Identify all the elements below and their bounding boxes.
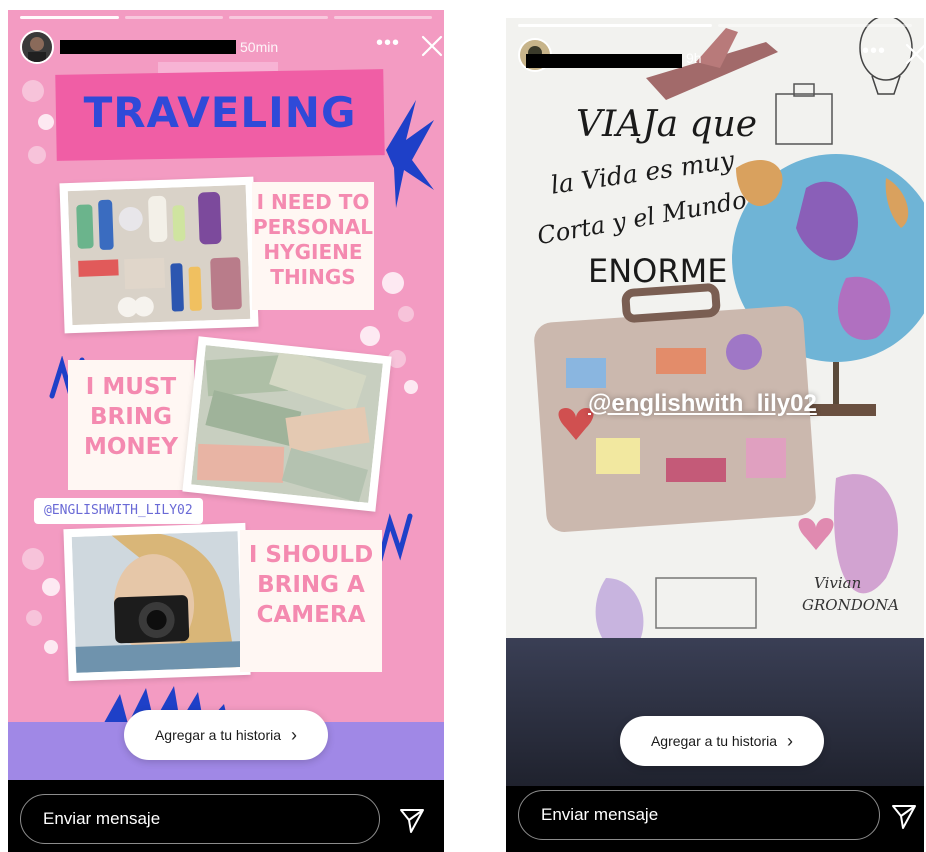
confetti-dot	[28, 146, 46, 164]
hygiene-caption: I NEED TO PERSONAL HYGIENE THINGS	[252, 190, 374, 290]
confetti-dot	[382, 272, 404, 294]
confetti-dot	[42, 578, 60, 596]
message-bar: Enviar mensaje	[8, 780, 444, 852]
story-progress-bar	[20, 16, 432, 19]
starburst-decoration	[386, 100, 434, 208]
send-message-input[interactable]: Enviar mensaje	[20, 794, 380, 844]
story-header: 50min •••	[20, 30, 443, 64]
story-title: TRAVELING	[83, 88, 357, 137]
quote-line: ENORME	[588, 252, 728, 290]
caption-line: BRING A	[257, 572, 365, 598]
caption-line: THINGS	[270, 265, 356, 289]
story-progress-bar	[518, 24, 912, 27]
signature-line: Vivian	[814, 574, 862, 592]
chevron-right-icon: ›	[787, 730, 794, 751]
caption-line: PERSONAL	[252, 215, 374, 239]
send-message-input[interactable]: Enviar mensaje	[518, 790, 880, 840]
camera-caption: I SHOULD BRING A CAMERA	[240, 540, 382, 630]
handle-tag: @ENGLISHWITH_LILY02	[34, 498, 203, 524]
story-timestamp: 50min	[240, 39, 279, 55]
quote-line: VIAJa que	[576, 104, 758, 145]
send-icon[interactable]	[890, 802, 918, 830]
story-image: TRAVELING I NEED TO PERSONAL HYGIENE THI…	[8, 10, 444, 730]
confetti-dot	[398, 306, 414, 322]
banknotes-image	[191, 345, 383, 503]
progress-segment	[718, 24, 912, 27]
story-viewer-left[interactable]: TRAVELING I NEED TO PERSONAL HYGIENE THI…	[8, 10, 444, 852]
story-header: 9h •••	[518, 38, 924, 72]
send-icon[interactable]	[398, 806, 426, 834]
close-icon[interactable]	[904, 42, 924, 66]
redacted-username	[526, 54, 682, 68]
avatar[interactable]	[20, 30, 54, 64]
confetti-dot	[360, 326, 380, 346]
confetti-dot	[22, 548, 44, 570]
toiletries-image	[67, 184, 251, 326]
signature-line: GRONDONA	[802, 596, 899, 614]
camera-photo	[63, 522, 251, 682]
add-to-story-label: Agregar a tu historia	[650, 733, 778, 749]
caption-line: I NEED TO	[256, 190, 370, 214]
confetti-dot	[38, 114, 54, 130]
squiggle-decoration	[377, 513, 413, 563]
progress-segment	[333, 16, 432, 19]
caption-line: MONEY	[83, 434, 179, 460]
caption-line: BRING	[90, 404, 172, 430]
caption-line: I SHOULD	[248, 542, 374, 568]
story-viewer-right[interactable]: VIAJa que la Vida es muy Corta y el Mund…	[506, 18, 924, 852]
message-bar: Enviar mensaje	[506, 786, 924, 852]
caption-line: I MUST	[85, 374, 177, 400]
add-to-story-label: Agregar a tu historia	[154, 727, 282, 743]
caption-line: HYGIENE	[263, 240, 363, 264]
mention-sticker[interactable]: @englishwith_lily02	[588, 390, 817, 418]
confetti-dot	[44, 640, 58, 654]
story-timestamp: 9h	[686, 50, 702, 66]
hygiene-photo	[59, 176, 259, 334]
money-photo	[182, 336, 392, 512]
add-to-story-button[interactable]: Agregar a tu historia ›	[620, 716, 824, 766]
add-to-story-button[interactable]: Agregar a tu historia ›	[124, 710, 328, 760]
confetti-dot	[404, 380, 418, 394]
progress-segment	[124, 16, 223, 19]
more-options-icon[interactable]: •••	[376, 32, 400, 55]
woman-with-camera-image	[71, 531, 243, 673]
more-options-icon[interactable]: •••	[862, 40, 886, 63]
caption-line: CAMERA	[256, 602, 366, 628]
progress-segment	[229, 16, 328, 19]
money-caption: I MUST BRING MONEY	[68, 372, 194, 462]
redacted-username	[60, 40, 236, 54]
confetti-dot	[22, 80, 44, 102]
story-image: VIAJa que la Vida es muy Corta y el Mund…	[506, 18, 924, 708]
confetti-dot	[26, 610, 42, 626]
progress-segment	[518, 24, 712, 27]
chevron-right-icon: ›	[291, 724, 298, 745]
progress-segment	[20, 16, 119, 19]
close-icon[interactable]	[420, 34, 444, 58]
